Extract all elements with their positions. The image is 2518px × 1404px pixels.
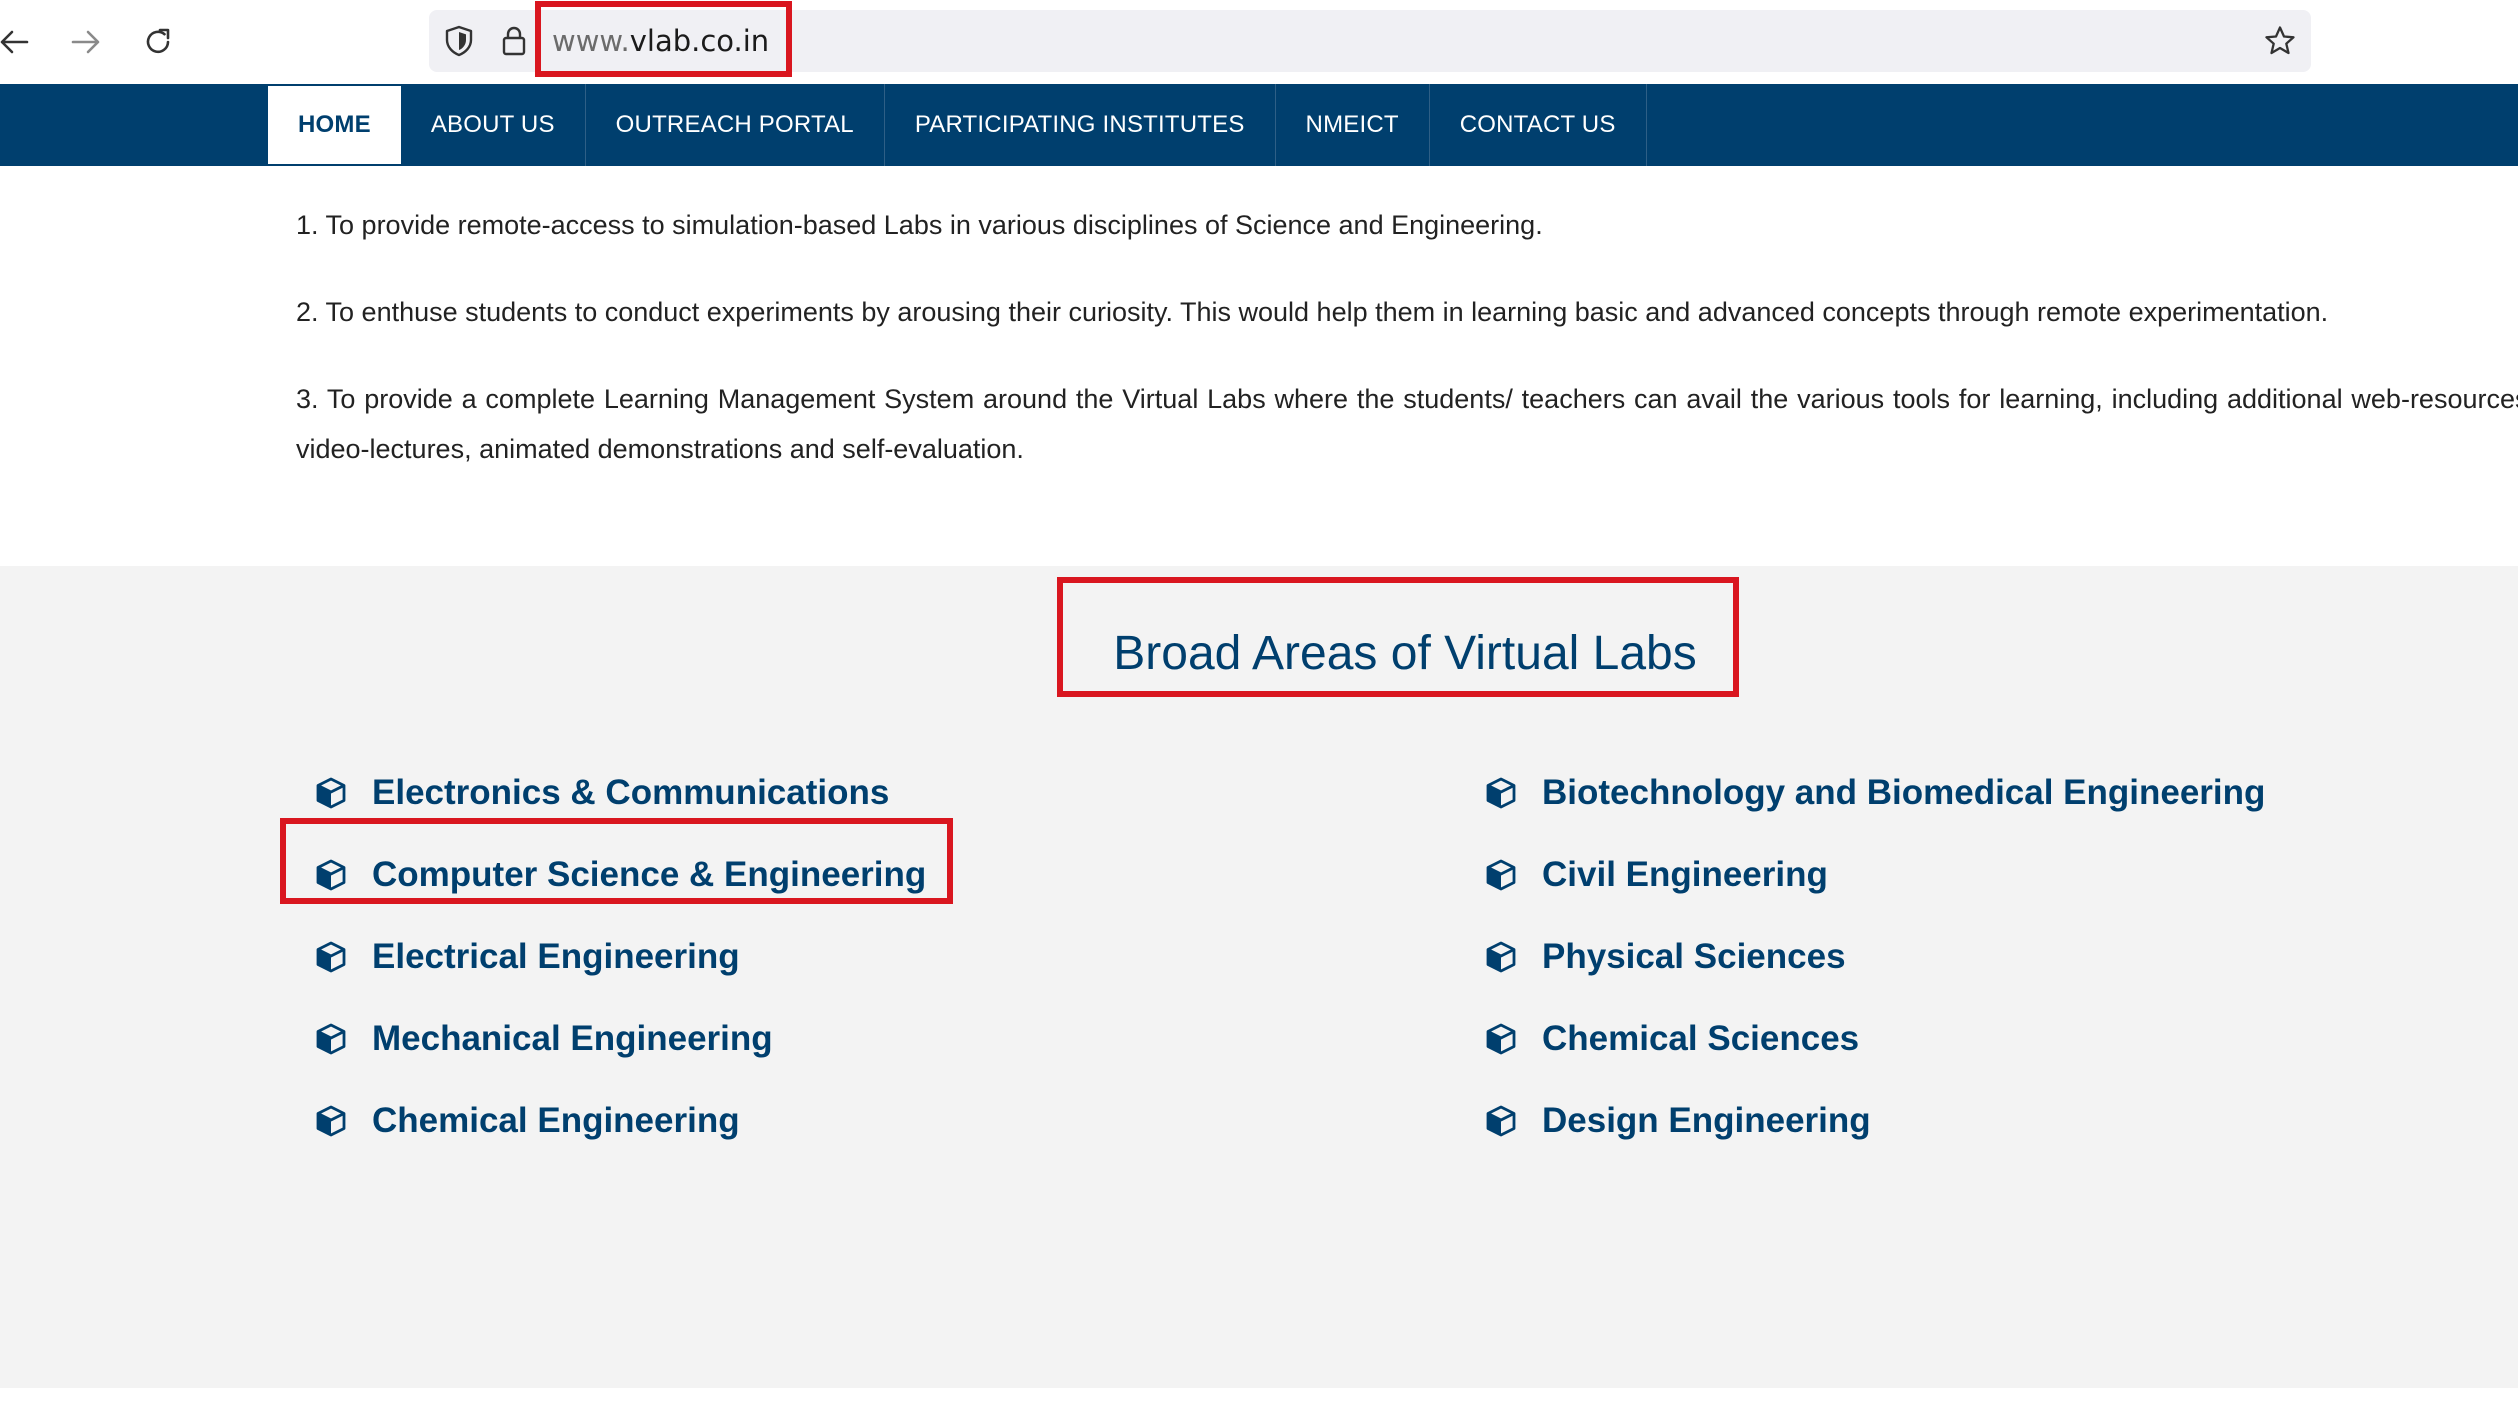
- reload-button[interactable]: [130, 14, 186, 70]
- nav-item-participating-institutes[interactable]: PARTICIPATING INSTITUTES: [885, 84, 1276, 166]
- bookmark-button[interactable]: [2261, 22, 2299, 60]
- lock-icon[interactable]: [497, 24, 531, 58]
- area-item-civil-engineering[interactable]: Civil Engineering: [1484, 834, 2265, 916]
- cube-icon: [314, 1022, 348, 1056]
- cube-icon: [1484, 776, 1518, 810]
- arrow-right-icon: [71, 30, 100, 54]
- area-label: Electronics & Communications: [372, 773, 890, 812]
- area-label: Chemical Sciences: [1542, 1019, 1860, 1058]
- area-label: Civil Engineering: [1542, 855, 1828, 894]
- nav-item-about-us[interactable]: ABOUT US: [401, 84, 586, 166]
- area-item-design-engineering[interactable]: Design Engineering: [1484, 1080, 2265, 1162]
- area-item-chemical-sciences[interactable]: Chemical Sciences: [1484, 998, 2265, 1080]
- area-label: Electrical Engineering: [372, 937, 740, 976]
- nav-item-home[interactable]: HOME: [268, 86, 401, 164]
- arrow-left-icon: [0, 30, 29, 54]
- area-item-electronics-communications[interactable]: Electronics & Communications: [314, 752, 926, 834]
- cube-icon: [314, 858, 348, 892]
- area-item-mechanical-engineering[interactable]: Mechanical Engineering: [314, 998, 926, 1080]
- broad-areas-section: Broad Areas of Virtual Labs Electronics …: [0, 566, 2518, 1388]
- objectives-text: 1. To provide remote-access to simulatio…: [296, 200, 2518, 511]
- cube-icon: [1484, 858, 1518, 892]
- cube-icon: [1484, 1022, 1518, 1056]
- objective-3: 3. To provide a complete Learning Manage…: [296, 384, 2518, 464]
- url-text[interactable]: www.vlab.co.in: [552, 24, 769, 58]
- area-label: Chemical Engineering: [372, 1101, 740, 1140]
- page: www.vlab.co.in HOME ABOUT US OUTREACH PORT…: [0, 0, 2518, 1404]
- site-navbar: HOME ABOUT US OUTREACH PORTAL PARTICIPATING…: [0, 84, 2518, 166]
- area-item-physical-sciences[interactable]: Physical Sciences: [1484, 916, 2265, 998]
- area-label: Physical Sciences: [1542, 937, 1846, 976]
- star-icon: [2265, 26, 2295, 55]
- cube-icon: [314, 940, 348, 974]
- area-label: Design Engineering: [1542, 1101, 1871, 1140]
- objective-1: 1. To provide remote-access to simulatio…: [296, 210, 1543, 240]
- nav-item-outreach-portal[interactable]: OUTREACH PORTAL: [586, 84, 885, 166]
- objective-2: 2. To enthuse students to conduct experi…: [296, 297, 2329, 327]
- nav-list: HOME ABOUT US OUTREACH PORTAL PARTICIPATING…: [268, 84, 1647, 166]
- cube-icon: [314, 776, 348, 810]
- area-item-chemical-engineering[interactable]: Chemical Engineering: [314, 1080, 926, 1162]
- area-item-electrical-engineering[interactable]: Electrical Engineering: [314, 916, 926, 998]
- areas-list-left: Electronics & Communications Computer Sci…: [314, 752, 926, 1162]
- cube-icon: [314, 1104, 348, 1138]
- forward-button[interactable]: [58, 14, 114, 70]
- area-label: Computer Science & Engineering: [372, 855, 927, 894]
- back-button[interactable]: [0, 14, 42, 70]
- area-label: Biotechnology and Biomedical Engineering: [1542, 773, 2266, 812]
- reload-icon: [146, 28, 170, 54]
- address-bar[interactable]: www.vlab.co.in: [429, 10, 2311, 72]
- area-label: Mechanical Engineering: [372, 1019, 773, 1058]
- shield-icon[interactable]: [442, 24, 476, 58]
- areas-list-right: Biotechnology and Biomedical Engineering…: [1484, 752, 2265, 1162]
- nav-item-nmeict[interactable]: NMEICT: [1276, 84, 1430, 166]
- cube-icon: [1484, 940, 1518, 974]
- section-title: Broad Areas of Virtual Labs: [1113, 627, 1697, 680]
- area-item-biotechnology-and-biomedical-engineering[interactable]: Biotechnology and Biomedical Engineering: [1484, 752, 2265, 834]
- url-domain: vlab.co.in: [629, 24, 770, 58]
- browser-toolbar: www.vlab.co.in: [0, 0, 2518, 84]
- cube-icon: [1484, 1104, 1518, 1138]
- nav-item-contact-us[interactable]: CONTACT US: [1430, 84, 1647, 166]
- area-item-computer-science-engineering[interactable]: Computer Science & Engineering: [314, 834, 926, 916]
- url-prefix: www.: [552, 24, 630, 58]
